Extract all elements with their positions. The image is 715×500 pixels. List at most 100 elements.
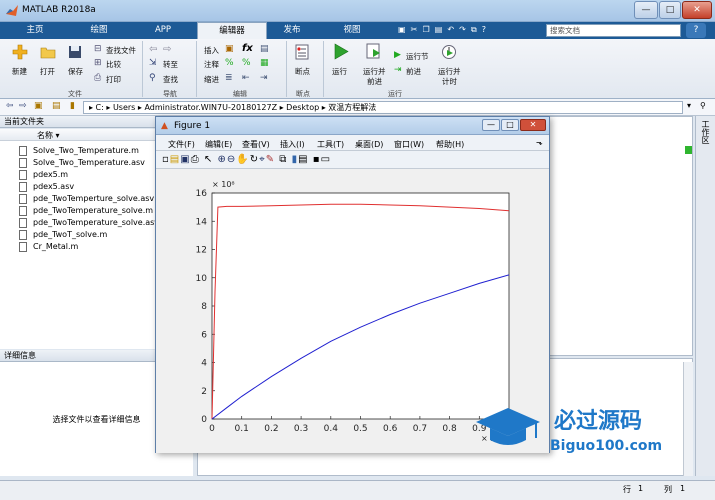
- list-item[interactable]: pde_TwoT_solve.m: [33, 229, 107, 241]
- goto-button[interactable]: 转至: [163, 59, 178, 70]
- list-item[interactable]: Solve_Two_Temperature.m: [33, 145, 139, 157]
- search-docs-input[interactable]: 搜索文档: [546, 24, 681, 37]
- breakpoints-button[interactable]: 断点: [295, 66, 310, 77]
- redo-icon[interactable]: ↷: [459, 25, 466, 34]
- comment-button[interactable]: 注释: [204, 59, 219, 70]
- find-button[interactable]: 查找: [163, 74, 178, 85]
- paste-icon[interactable]: ▤: [435, 25, 443, 34]
- show-tools-icon[interactable]: ▭: [321, 154, 331, 165]
- list-item[interactable]: pde_TwoTemperature_solve.asv: [33, 217, 159, 229]
- back-nav-icon[interactable]: ⇦: [149, 44, 157, 55]
- list-item[interactable]: pdex5.asv: [33, 181, 74, 193]
- insert-button[interactable]: 插入: [204, 45, 219, 56]
- tab-home[interactable]: 主页: [4, 22, 66, 39]
- dropdown-arrow-icon[interactable]: ▾: [687, 101, 691, 110]
- save-icon[interactable]: ▣: [398, 25, 406, 34]
- indent-button[interactable]: 缩进: [204, 74, 219, 85]
- list-item[interactable]: pde_TwoTemperature_solve.m: [33, 205, 153, 217]
- search-folder-icon[interactable]: ⚲: [700, 101, 706, 110]
- find-files-button[interactable]: 查找文件: [106, 45, 136, 56]
- comment-percent-icon[interactable]: %: [225, 58, 234, 68]
- fig-menu-desktop[interactable]: 桌面(D): [355, 139, 383, 150]
- print-button[interactable]: 打印: [106, 74, 121, 85]
- pointer-icon[interactable]: ↖: [204, 154, 213, 165]
- switch-window-icon[interactable]: ⧉: [471, 25, 477, 34]
- run-advance-button-line2[interactable]: 前进: [367, 76, 382, 87]
- tab-publish[interactable]: 发布: [262, 22, 322, 39]
- brush-icon[interactable]: ✎: [266, 154, 275, 165]
- list-item[interactable]: pdex5.m: [33, 169, 68, 181]
- compare-button[interactable]: 比较: [106, 59, 121, 70]
- fig-menu-insert[interactable]: 插入(I): [280, 139, 305, 150]
- workspace-side-tab[interactable]: 工作区: [697, 120, 711, 144]
- new-button[interactable]: 新建: [12, 66, 27, 77]
- watermark-url: Biguo100.com: [550, 438, 662, 454]
- new-figure-icon[interactable]: ▫: [162, 154, 170, 165]
- axes-box: [211, 192, 510, 420]
- insert-menu-icon[interactable]: ▤: [260, 44, 269, 54]
- x-tick-label: 0.1: [235, 424, 249, 434]
- smart-indent-icon[interactable]: ≣: [225, 73, 233, 83]
- increase-indent-icon[interactable]: ⇥: [260, 73, 268, 83]
- path-breadcrumb[interactable]: ▸ C: ▸ Users ▸ Administrator.WIN7U-20180…: [83, 101, 683, 114]
- open-button[interactable]: 打开: [40, 66, 55, 77]
- close-button[interactable]: ✕: [682, 1, 712, 19]
- copy-icon[interactable]: ❐: [422, 25, 429, 34]
- fig-menu-view[interactable]: 查看(V): [242, 139, 270, 150]
- help-small-icon[interactable]: ?: [482, 25, 486, 34]
- menubar-dock-icon[interactable]: ⬎: [536, 138, 543, 147]
- fig-menu-edit[interactable]: 编辑(E): [205, 139, 232, 150]
- minimize-button[interactable]: —: [634, 1, 658, 19]
- maximize-button[interactable]: □: [659, 1, 681, 19]
- fig-menu-file[interactable]: 文件(F): [168, 139, 195, 150]
- rotate-3d-icon[interactable]: ↻: [250, 154, 259, 165]
- data-cursor-icon[interactable]: ⌖: [259, 154, 266, 165]
- forward-nav-icon[interactable]: ⇨: [163, 44, 171, 55]
- y-tick-label: 0: [201, 415, 207, 425]
- save-button[interactable]: 保存: [68, 66, 83, 77]
- list-item[interactable]: pde_TwoTemperture_solve.asv: [33, 193, 154, 205]
- browse-folder-icon[interactable]: ▤: [52, 101, 61, 111]
- up-folder-icon[interactable]: ▣: [34, 101, 43, 111]
- back-arrow-icon[interactable]: ⇦: [6, 101, 14, 111]
- pan-hand-icon[interactable]: ✋: [236, 154, 249, 165]
- wrap-comment-icon[interactable]: ▦: [260, 58, 269, 68]
- fig-menu-window[interactable]: 窗口(W): [394, 139, 424, 150]
- zoom-out-icon[interactable]: ⊖: [227, 154, 236, 165]
- zoom-in-icon[interactable]: ⊕: [217, 154, 226, 165]
- advance-button[interactable]: 前进: [406, 66, 421, 77]
- tab-editor[interactable]: 编辑器: [197, 22, 267, 40]
- function-fx-icon[interactable]: fx: [242, 43, 253, 54]
- help-icon[interactable]: ?: [686, 23, 706, 38]
- y-tick-label: 12: [196, 246, 207, 256]
- breakpoints-icon: [295, 44, 309, 60]
- decrease-indent-icon[interactable]: ⇤: [242, 73, 250, 83]
- tab-view[interactable]: 视图: [320, 22, 384, 39]
- figure-close-button[interactable]: ✕: [520, 119, 546, 131]
- col-label: 列: [664, 485, 672, 494]
- tab-apps[interactable]: APP: [132, 22, 194, 39]
- run-button[interactable]: 运行: [332, 66, 347, 77]
- figure-minimize-button[interactable]: —: [482, 119, 500, 131]
- run-section-button[interactable]: 运行节: [406, 51, 429, 62]
- uncomment-icon[interactable]: %: [242, 58, 251, 68]
- legend-icon[interactable]: ▤: [298, 154, 308, 165]
- list-item[interactable]: Solve_Two_Temperature.asv: [33, 157, 145, 169]
- fig-menu-help[interactable]: 帮助(H): [436, 139, 464, 150]
- section-nav-label: 导航: [163, 90, 177, 98]
- tab-plots[interactable]: 绘图: [68, 22, 130, 39]
- link-plot-icon[interactable]: ⧉: [279, 154, 287, 165]
- x-tick-label: 0.2: [264, 424, 278, 434]
- open-file-icon[interactable]: ▤: [170, 154, 180, 165]
- list-item[interactable]: Cr_Metal.m: [33, 241, 78, 253]
- save-figure-icon[interactable]: ▣: [180, 154, 190, 165]
- run-and-time-line2[interactable]: 计时: [442, 76, 457, 87]
- undo-icon[interactable]: ↶: [447, 25, 454, 34]
- forward-arrow-icon[interactable]: ⇨: [19, 101, 27, 111]
- figure-maximize-button[interactable]: □: [501, 119, 519, 131]
- name-column-header[interactable]: 名称 ▾: [37, 130, 60, 141]
- cut-icon[interactable]: ✂: [411, 25, 418, 34]
- hide-tools-icon[interactable]: ▪: [313, 154, 321, 165]
- fig-menu-tools[interactable]: 工具(T): [317, 139, 344, 150]
- print-figure-icon[interactable]: ⎙: [191, 154, 200, 165]
